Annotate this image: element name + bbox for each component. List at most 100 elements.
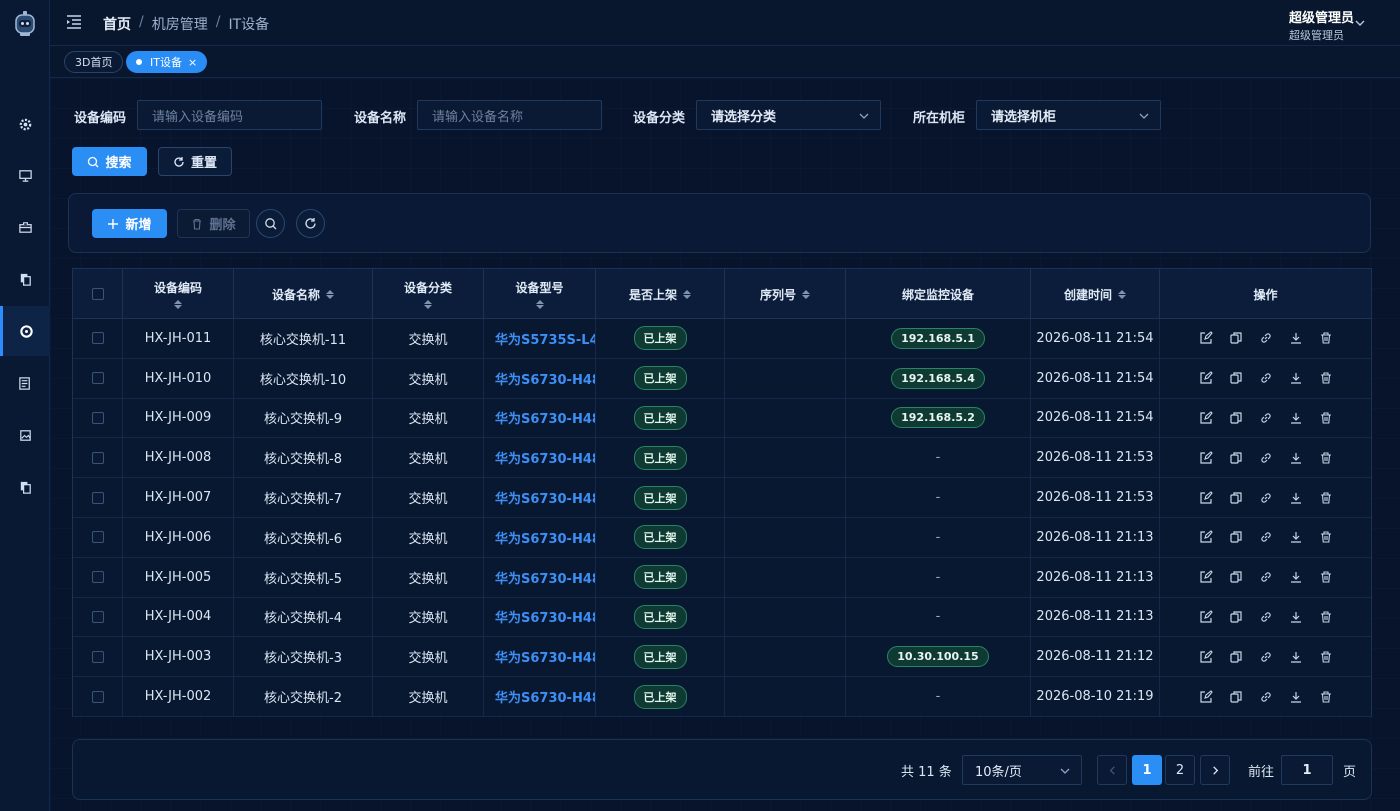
row-checkbox-cell[interactable] [73, 677, 123, 716]
tag-it-devices[interactable]: IT设备 × [126, 51, 208, 73]
row-checkbox[interactable] [91, 650, 104, 663]
device-code-input[interactable]: 请输入设备编码 [137, 100, 322, 130]
goto-page-input[interactable]: 1 [1281, 755, 1333, 785]
edit-icon[interactable] [1199, 610, 1213, 624]
link-icon[interactable] [1259, 610, 1273, 624]
search-button[interactable]: 搜索 [72, 147, 147, 176]
col-serial-number[interactable]: 序列号 [725, 269, 846, 319]
copy-icon[interactable] [1229, 610, 1243, 624]
sidebar-documents[interactable] [0, 254, 50, 304]
sidebar-it-devices[interactable] [0, 306, 50, 356]
chevron-down-icon[interactable] [1354, 17, 1366, 29]
sidebar-monitor[interactable] [0, 150, 50, 200]
link-icon[interactable] [1259, 690, 1273, 704]
toggle-search-button[interactable] [256, 209, 285, 238]
row-checkbox-cell[interactable] [73, 518, 123, 557]
device-category-select[interactable]: 请选择分类 [696, 100, 881, 130]
row-checkbox-cell[interactable] [73, 358, 123, 398]
col-device-name[interactable]: 设备名称 [234, 269, 373, 319]
page-1-button[interactable]: 1 [1132, 755, 1162, 785]
link-icon[interactable] [1259, 331, 1273, 345]
trash-icon[interactable] [1319, 331, 1333, 345]
col-device-model[interactable]: 设备型号 [484, 269, 596, 319]
delete-button[interactable]: 删除 [177, 209, 250, 238]
trash-icon[interactable] [1319, 371, 1333, 385]
link-icon[interactable] [1259, 411, 1273, 425]
breadcrumb-home[interactable]: 首页 [103, 14, 131, 34]
link-icon[interactable] [1259, 530, 1273, 544]
cell-device-model[interactable]: 华为S6730-H48X [484, 398, 596, 438]
row-checkbox-cell[interactable] [73, 478, 123, 517]
download-icon[interactable] [1289, 690, 1303, 704]
copy-icon[interactable] [1229, 690, 1243, 704]
edit-icon[interactable] [1199, 689, 1213, 704]
device-name-input[interactable]: 请输入设备名称 [417, 100, 602, 130]
download-icon[interactable] [1289, 610, 1303, 624]
copy-icon[interactable] [1229, 530, 1243, 544]
cell-device-model[interactable]: 华为S6730-H48X [484, 637, 596, 677]
prev-page-button[interactable] [1097, 755, 1127, 785]
menu-fold-icon[interactable] [65, 13, 83, 31]
add-button[interactable]: 新增 [92, 209, 167, 238]
row-checkbox-cell[interactable] [73, 557, 123, 597]
col-device-code[interactable]: 设备编码 [123, 269, 234, 319]
copy-icon[interactable] [1229, 371, 1243, 385]
edit-icon[interactable] [1199, 451, 1213, 465]
trash-icon[interactable] [1319, 610, 1333, 624]
sidebar-settings[interactable] [0, 99, 50, 149]
tag-3d-home[interactable]: 3D首页 [64, 51, 124, 73]
download-icon[interactable] [1289, 451, 1303, 465]
sidebar-copy[interactable] [0, 462, 50, 512]
copy-icon[interactable] [1229, 451, 1243, 465]
link-icon[interactable] [1259, 451, 1273, 465]
trash-icon[interactable] [1319, 530, 1333, 544]
link-icon[interactable] [1259, 491, 1273, 505]
select-all-checkbox-cell[interactable] [73, 269, 123, 319]
sort-icon[interactable] [326, 289, 334, 299]
row-checkbox[interactable] [91, 531, 104, 544]
trash-icon[interactable] [1319, 650, 1333, 664]
col-created-time[interactable]: 创建时间 [1031, 269, 1160, 319]
sidebar-toolbox[interactable] [0, 202, 50, 252]
download-icon[interactable] [1289, 411, 1303, 425]
cell-device-model[interactable]: 华为S6730-H48X [484, 557, 596, 597]
refresh-button[interactable] [296, 209, 325, 238]
edit-icon[interactable] [1199, 411, 1213, 425]
cell-device-model[interactable]: 华为S6730-H48X [484, 438, 596, 478]
sort-icon[interactable] [535, 300, 544, 309]
download-icon[interactable] [1289, 331, 1303, 345]
row-checkbox[interactable] [91, 571, 104, 584]
user-menu[interactable]: 超级管理员 超级管理员 [1289, 7, 1354, 43]
col-device-category[interactable]: 设备分类 [373, 269, 484, 319]
edit-icon[interactable] [1199, 490, 1213, 505]
col-on-rack[interactable]: 是否上架 [596, 269, 725, 319]
link-icon[interactable] [1259, 570, 1273, 584]
row-checkbox[interactable] [91, 411, 104, 424]
sort-icon[interactable] [683, 289, 691, 299]
download-icon[interactable] [1289, 371, 1303, 385]
cell-device-model[interactable]: 华为S6730-H48X [484, 518, 596, 557]
copy-icon[interactable] [1229, 331, 1243, 345]
row-checkbox[interactable] [91, 372, 104, 385]
row-checkbox-cell[interactable] [73, 637, 123, 677]
robot-logo-icon[interactable] [13, 10, 37, 38]
page-2-button[interactable]: 2 [1165, 755, 1195, 785]
download-icon[interactable] [1289, 530, 1303, 544]
sort-icon[interactable] [1118, 289, 1126, 299]
row-checkbox-cell[interactable] [73, 597, 123, 637]
edit-icon[interactable] [1199, 650, 1213, 664]
download-icon[interactable] [1289, 491, 1303, 505]
row-checkbox-cell[interactable] [73, 398, 123, 438]
row-checkbox-cell[interactable] [73, 438, 123, 478]
download-icon[interactable] [1289, 650, 1303, 664]
cell-device-model[interactable]: 华为S6730-H48X [484, 478, 596, 517]
row-checkbox[interactable] [91, 332, 104, 345]
cell-device-model[interactable]: 华为S6730-H48X [484, 677, 596, 716]
close-icon[interactable]: × [188, 56, 197, 69]
trash-icon[interactable] [1319, 570, 1333, 584]
trash-icon[interactable] [1319, 690, 1333, 704]
link-icon[interactable] [1259, 371, 1273, 385]
copy-icon[interactable] [1229, 411, 1243, 425]
row-checkbox[interactable] [91, 491, 104, 504]
sort-icon[interactable] [802, 289, 810, 299]
